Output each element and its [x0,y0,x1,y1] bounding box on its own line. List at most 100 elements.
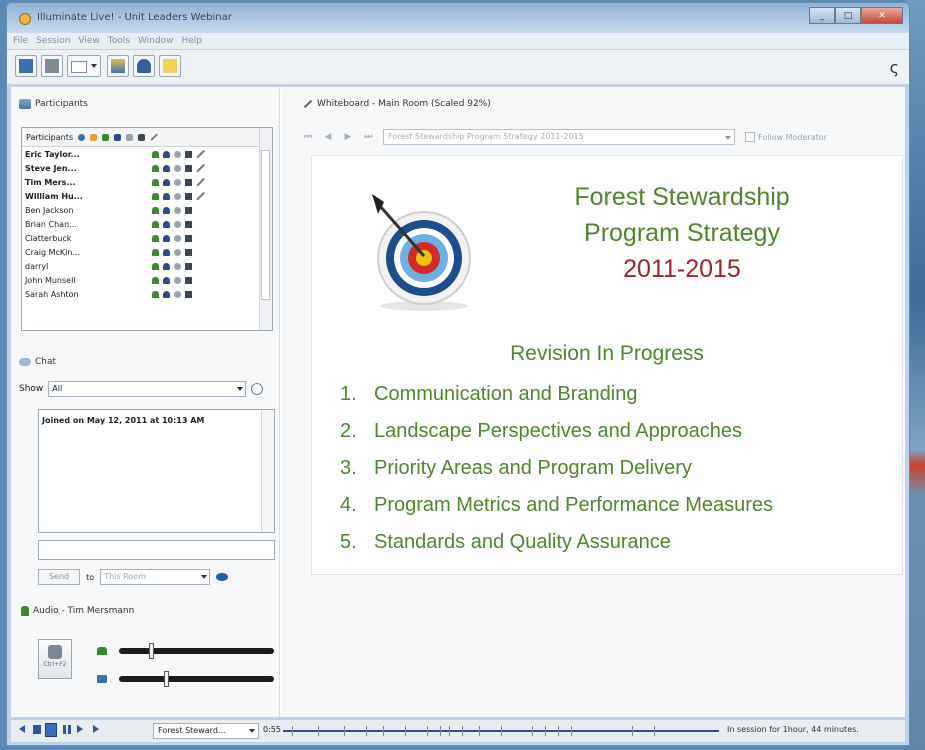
participant-status-icons [152,234,192,242]
menu-help[interactable]: Help [181,36,202,46]
show-label: Show [19,384,44,394]
participants-list[interactable]: Participants Eric Taylor... Steve Jen... T… [21,127,273,331]
participant-name: William Hu... [25,191,83,201]
window-title: Illuminate Live! - Unit Leaders Webinar [37,12,232,23]
participant-name: darryl [25,261,49,271]
permissions-icon[interactable] [90,133,97,141]
slide-item-text: Standards and Quality Assurance [374,531,671,553]
stop-icon[interactable] [33,725,41,734]
speaker-volume-slider[interactable] [119,671,274,687]
send-button[interactable]: Send [38,569,81,585]
participant-status-icons [152,163,206,173]
participant-row[interactable]: Clatterbuck [22,231,272,245]
print-button[interactable] [41,55,63,77]
participant-status-icons [152,177,206,187]
illuminate-logo-icon: ς [889,58,899,77]
camera-icon [185,164,192,172]
participant-row[interactable]: Sarah Ashton [22,287,272,301]
fast-forward-icon[interactable] [77,725,83,733]
camera-icon [185,206,192,214]
participant-row[interactable]: Brian Chan... [22,217,272,231]
menu-window[interactable]: Window [138,36,174,46]
mic-volume-slider[interactable] [119,643,274,659]
chat-input[interactable] [38,540,275,560]
minimize-button[interactable]: _ [809,7,835,24]
chat-filter-select[interactable]: All [48,381,247,397]
participants-scrollbar[interactable] [259,128,272,330]
slide-select-value: Forest Stewardship Program Strategy 2011… [388,132,584,141]
load-content-button[interactable] [107,55,129,77]
close-button[interactable]: ✕ [861,7,903,24]
next-slide-icon[interactable]: ▶ [343,132,353,142]
slide-item-number: 1. [340,383,357,405]
title-bar[interactable]: Illuminate Live! - Unit Leaders Webinar … [7,3,909,33]
recipient-select[interactable]: This Room [100,569,211,585]
notes-button[interactable] [159,55,181,77]
menu-bar: File Session View Tools Window Help [7,33,909,49]
participant-name: Ben Jackson [25,205,74,215]
playback-timeline[interactable] [283,726,719,736]
view-icon [174,276,181,284]
participants-column-header: Participants [22,128,272,147]
notes-icon [163,59,177,73]
chat-history[interactable]: Joined on May 12, 2011 at 10:13 AM [38,409,275,533]
participant-row[interactable]: Ben Jackson [22,203,272,217]
chat-scrollbar[interactable] [261,410,274,532]
participant-row[interactable]: darryl [22,259,272,273]
chat-options-icon[interactable] [251,383,264,395]
talk-button[interactable]: Ctrl+F2 [38,639,72,679]
slider-handle[interactable] [149,643,154,659]
timeline-tick [365,726,367,736]
menu-tools[interactable]: Tools [108,36,130,46]
mic-icon [152,164,159,172]
mic-icon [152,192,159,200]
profiles-button[interactable] [133,55,155,77]
previous-slide-icon[interactable]: ◀ [323,132,333,142]
participant-name: Sarah Ashton [25,289,79,299]
follow-moderator[interactable]: Follow Moderator [745,132,827,142]
whiteboard-panel: Whiteboard - Main Room (Scaled 92%) ⏮ ◀ … [281,87,905,717]
first-slide-icon[interactable]: ⏮ [303,132,313,142]
skip-end-icon[interactable] [93,725,99,733]
participant-status-icons [152,262,192,270]
timeline-slide-select[interactable]: Forest Steward... [153,723,259,739]
menu-view[interactable]: View [78,36,99,46]
user-icon [163,290,170,298]
save-button[interactable] [15,55,37,77]
participant-row[interactable]: Craig McKin... [22,245,272,259]
play-icon[interactable] [45,723,57,737]
participant-name: Tim Mers... [25,177,76,187]
menu-file[interactable]: File [13,36,28,46]
participant-row[interactable]: John Munsell [22,273,272,287]
menu-session[interactable]: Session [36,36,70,46]
view-icon[interactable] [216,573,229,581]
participants-header: Participants [19,99,88,109]
app-logo-icon [19,13,31,25]
slide-item-number: 2. [340,420,357,442]
timeline-tick [653,726,655,736]
timeline-tick [383,726,385,736]
rewind-icon[interactable] [19,725,25,733]
last-slide-icon[interactable]: ⏭ [363,132,373,142]
participant-row[interactable]: Eric Taylor... [22,147,272,161]
pause-icon[interactable] [63,725,71,734]
participant-row[interactable]: William Hu... [22,189,272,203]
slide-item: 1. Communication and Branding [340,376,773,413]
timeline-tick [501,726,502,736]
participant-row[interactable]: Steve Jen... [22,161,272,175]
timeline-tick [344,726,346,736]
pen-icon [196,163,206,173]
whiteboard-header: Whiteboard - Main Room (Scaled 92%) [303,99,491,109]
slide-select[interactable]: Forest Stewardship Program Strategy 2011… [383,129,735,145]
maximize-button[interactable]: □ [835,7,861,24]
layout-dropdown[interactable] [67,55,101,77]
info-icon[interactable] [78,133,85,141]
scrollbar-thumb[interactable] [261,150,270,300]
participant-row[interactable]: Tim Mers... [22,175,272,189]
mic-icon [152,290,159,298]
view-icon [174,290,181,298]
slider-handle[interactable] [164,671,169,687]
view-icon [174,220,181,228]
follow-moderator-checkbox[interactable] [745,132,755,142]
slide-item-text: Landscape Perspectives and Approaches [374,420,743,442]
